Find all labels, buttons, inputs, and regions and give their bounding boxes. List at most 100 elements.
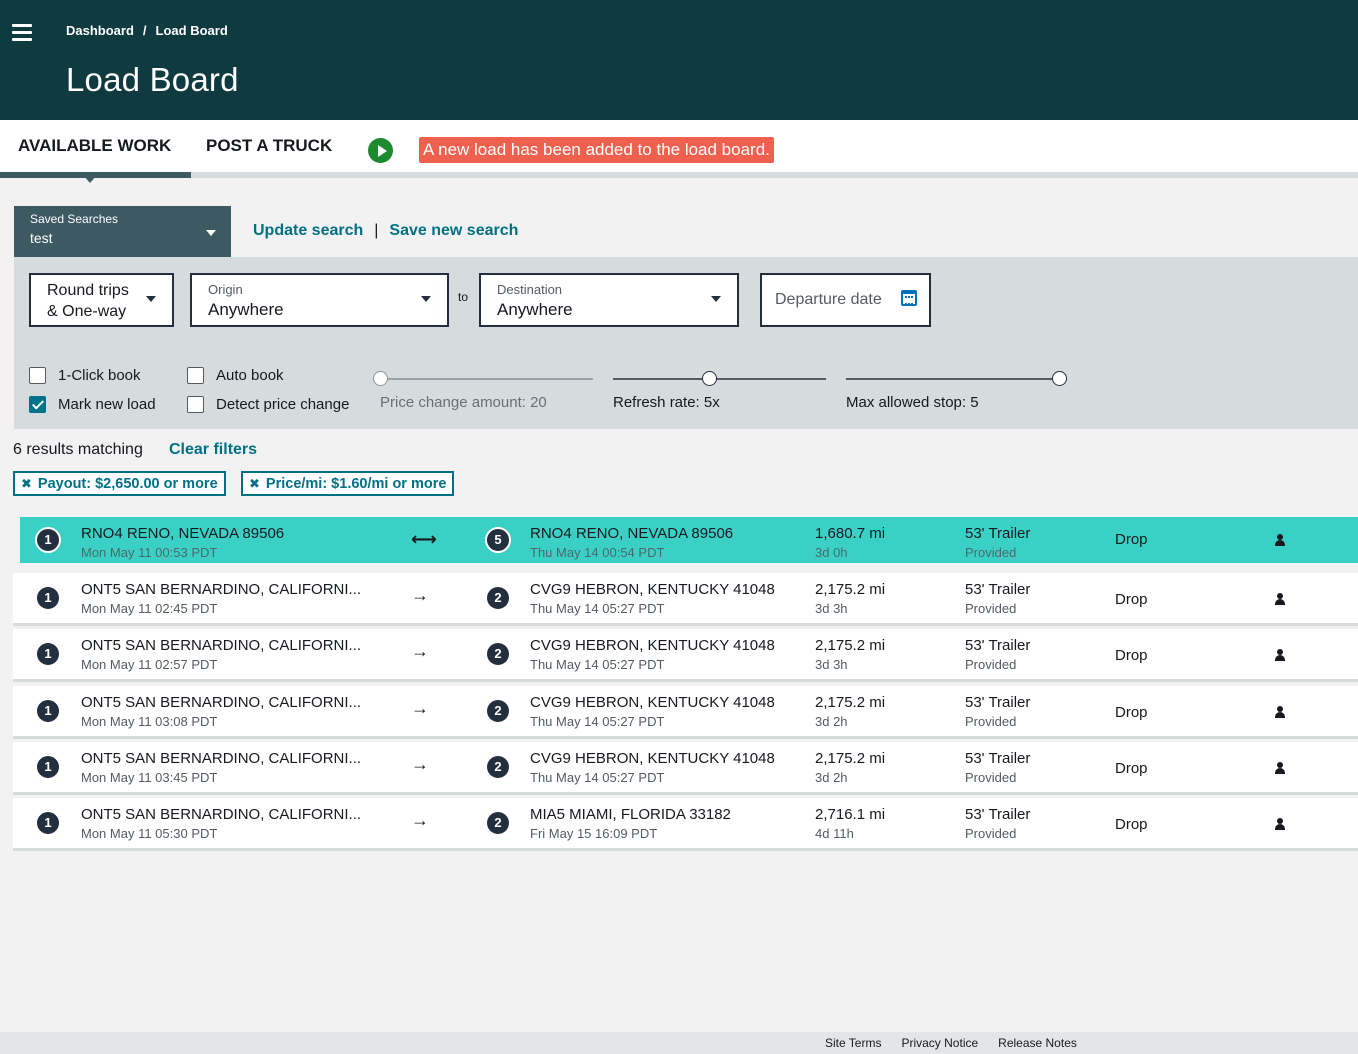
load-row[interactable]: 1 ONT5 SAN BERNARDINO, CALIFORNI... Mon Ma… — [13, 629, 1358, 682]
load-row[interactable]: 1 ONT5 SAN BERNARDINO, CALIFORNI... Mon Ma… — [13, 798, 1358, 851]
search-links: Update search | Save new search — [253, 222, 518, 240]
max-allowed-stop-slider[interactable] — [846, 371, 1067, 386]
destination-stop-badge: 2 — [487, 756, 509, 778]
equipment-provided: Provided — [965, 770, 1017, 785]
filter-panel: Round trips & One-way Origin Anywhere to… — [14, 257, 1358, 429]
clear-filters-link[interactable]: Clear filters — [169, 441, 257, 459]
departure-date-placeholder: Departure date — [775, 291, 882, 308]
destination-location: MIA5 MIAMI, FLORIDA 33182 — [530, 806, 731, 823]
price-per-mile-filter-chip[interactable]: ✖ Price/mi: $1.60/mi or more — [241, 471, 455, 496]
origin-location: ONT5 SAN BERNARDINO, CALIFORNI... — [81, 694, 362, 711]
checkbox-icon — [29, 367, 46, 384]
origin-select[interactable]: Origin Anywhere — [190, 273, 449, 327]
checkbox-label: Detect price change — [216, 396, 350, 413]
auto-book-checkbox[interactable]: Auto book — [187, 367, 284, 384]
one-click-book-checkbox[interactable]: 1-Click book — [29, 367, 141, 384]
destination-value: Anywhere — [497, 300, 573, 319]
payout-filter-chip[interactable]: ✖ Payout: $2,650.00 or more — [13, 471, 226, 496]
arrow-both-icon: ⟷ — [411, 529, 437, 549]
destination-select[interactable]: Destination Anywhere — [479, 273, 739, 327]
distance: 2,175.2 mi — [815, 750, 886, 767]
person-icon[interactable] — [1274, 762, 1286, 774]
equipment: 53' Trailer — [965, 637, 1031, 654]
refresh-rate-slider[interactable] — [613, 371, 826, 386]
detect-price-change-checkbox[interactable]: Detect price change — [187, 396, 349, 413]
page-title: Load Board — [66, 61, 239, 98]
origin-time: Mon May 11 03:08 PDT — [81, 714, 218, 729]
saved-searches-label: Saved Searches — [30, 212, 119, 226]
active-tab-caret-icon — [84, 176, 96, 183]
load-row[interactable]: 1 ONT5 SAN BERNARDINO, CALIFORNI... Mon Ma… — [13, 573, 1358, 626]
equipment-provided: Provided — [965, 657, 1017, 672]
destination-stop-badge: 2 — [487, 812, 509, 834]
load-type: Drop — [1115, 531, 1148, 548]
mark-new-load-checkbox[interactable]: Mark new load — [29, 396, 156, 413]
slider-handle[interactable] — [1052, 371, 1067, 386]
arrow-right-icon: → — [411, 585, 429, 605]
play-icon[interactable] — [368, 138, 393, 163]
results-count: 6 results matching — [13, 441, 143, 458]
close-icon[interactable]: ✖ — [21, 476, 32, 491]
saved-searches-value: test — [30, 230, 53, 246]
equipment: 53' Trailer — [965, 694, 1031, 711]
chip-label: Price/mi: $1.60/mi or more — [265, 476, 447, 492]
menu-icon[interactable] — [12, 24, 32, 41]
breadcrumb-load-board[interactable]: Load Board — [156, 23, 228, 38]
origin-stop-badge: 1 — [37, 700, 59, 722]
close-icon[interactable]: ✖ — [249, 476, 260, 491]
site-terms-link[interactable]: Site Terms — [825, 1036, 881, 1050]
origin-stop-badge: 1 — [37, 812, 59, 834]
load-row[interactable]: 1 ONT5 SAN BERNARDINO, CALIFORNI... Mon Ma… — [13, 686, 1358, 739]
slider-handle[interactable] — [701, 371, 717, 386]
origin-stop-badge: 1 — [35, 527, 61, 553]
breadcrumb-dashboard[interactable]: Dashboard — [66, 23, 134, 38]
privacy-notice-link[interactable]: Privacy Notice — [901, 1036, 978, 1050]
origin-time: Mon May 11 02:57 PDT — [81, 657, 218, 672]
chip-label: Payout: $2,650.00 or more — [37, 476, 218, 492]
destination-location: CVG9 HEBRON, KENTUCKY 41048 — [530, 750, 775, 767]
calendar-icon[interactable] — [901, 290, 917, 306]
load-type: Drop — [1115, 591, 1148, 608]
tab-available-work[interactable]: AVAILABLE WORK — [18, 136, 171, 156]
person-icon[interactable] — [1274, 818, 1286, 830]
destination-time: Fri May 15 16:09 PDT — [530, 826, 658, 841]
price-change-slider[interactable] — [373, 371, 593, 386]
load-type: Drop — [1115, 760, 1148, 777]
person-icon[interactable] — [1274, 706, 1286, 718]
person-icon[interactable] — [1274, 534, 1286, 546]
origin-value: Anywhere — [208, 300, 284, 319]
origin-location: ONT5 SAN BERNARDINO, CALIFORNI... — [81, 750, 362, 767]
save-new-search-link[interactable]: Save new search — [389, 222, 518, 240]
update-search-link[interactable]: Update search — [253, 222, 363, 240]
trip-type-line2: & One-way — [47, 303, 127, 320]
origin-time: Mon May 11 05:30 PDT — [81, 826, 218, 841]
footer-links: Site Terms Privacy Notice Release Notes — [825, 1036, 1077, 1050]
equipment-provided: Provided — [965, 545, 1017, 560]
distance: 1,680.7 mi — [815, 525, 886, 542]
slider-handle[interactable] — [373, 371, 388, 386]
duration: 3d 3h — [815, 657, 848, 672]
checkbox-label: Mark new load — [58, 396, 156, 413]
origin-location: ONT5 SAN BERNARDINO, CALIFORNI... — [81, 806, 362, 823]
destination-location: RNO4 RENO, NEVADA 89506 — [530, 525, 734, 542]
destination-label: Destination — [497, 282, 563, 297]
destination-stop-badge: 5 — [485, 527, 511, 553]
departure-date-input[interactable]: Departure date — [760, 273, 931, 327]
destination-time: Thu May 14 05:27 PDT — [530, 601, 665, 616]
arrow-right-icon: → — [411, 754, 429, 774]
tab-post-a-truck[interactable]: POST A TRUCK — [206, 136, 332, 156]
chevron-down-icon — [206, 230, 216, 236]
release-notes-link[interactable]: Release Notes — [998, 1036, 1077, 1050]
distance: 2,175.2 mi — [815, 694, 886, 711]
trip-type-select[interactable]: Round trips & One-way — [29, 273, 174, 327]
checkbox-icon — [187, 367, 204, 384]
saved-searches-dropdown[interactable]: Saved Searches test — [14, 206, 231, 257]
origin-stop-badge: 1 — [37, 643, 59, 665]
price-change-label: Price change amount: 20 — [380, 394, 547, 411]
load-row[interactable]: 1 ONT5 SAN BERNARDINO, CALIFORNI... Mon Ma… — [13, 742, 1358, 795]
person-icon[interactable] — [1274, 649, 1286, 661]
checked-checkbox-icon — [29, 396, 46, 413]
person-icon[interactable] — [1274, 593, 1286, 605]
load-row[interactable]: 1 RNO4 RENO, NEVADA 89506 Mon May 11 00:53… — [20, 517, 1358, 563]
load-type: Drop — [1115, 816, 1148, 833]
